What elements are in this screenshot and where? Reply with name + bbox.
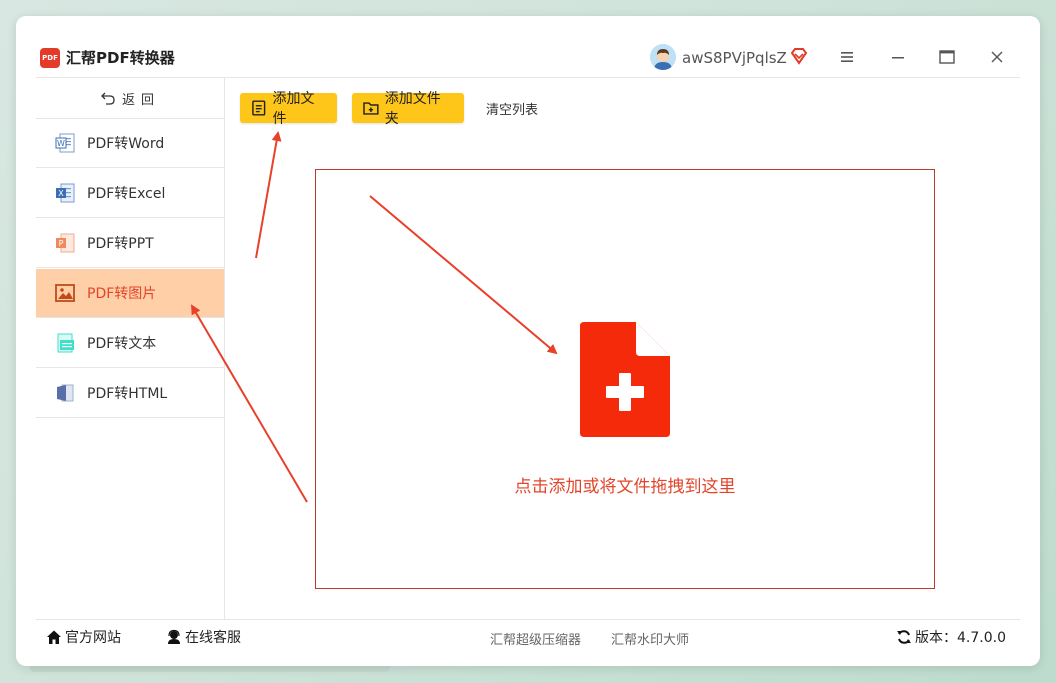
svg-text:X: X xyxy=(58,189,64,198)
customer-service-icon xyxy=(168,629,180,644)
sidebar-item-label: PDF转文本 xyxy=(87,336,157,352)
clear-list-button[interactable]: 清空列表 xyxy=(486,99,538,118)
add-folder-button[interactable]: 添加文件夹 xyxy=(352,91,464,127)
user-avatar[interactable] xyxy=(650,44,676,70)
svg-text:W: W xyxy=(57,139,65,148)
text-icon xyxy=(57,333,74,353)
sidebar-item-label: PDF转Excel xyxy=(87,186,166,202)
title-bar: PDF 汇帮PDF转换器 awS8PVjPqlsZ xyxy=(16,16,1040,78)
sidebar-item-label: PDF转Word xyxy=(87,136,165,152)
refresh-icon xyxy=(897,630,911,644)
back-label: 返回 xyxy=(121,92,160,108)
home-icon xyxy=(47,630,61,644)
sidebar-divider xyxy=(224,78,225,619)
drop-hint-text: 点击添加或将文件拖拽到这里 xyxy=(514,477,736,497)
word-icon: W xyxy=(55,133,75,153)
image-icon xyxy=(55,284,75,302)
sidebar-item-label: PDF转HTML xyxy=(87,386,168,402)
svg-text:P: P xyxy=(59,239,64,248)
user-name[interactable]: awS8PVjPqlsZ xyxy=(682,47,787,69)
sidebar-item-text[interactable]: PDF转文本 xyxy=(36,319,224,368)
add-document-icon[interactable] xyxy=(580,322,670,437)
add-file-label: 添加文件 xyxy=(272,91,315,127)
back-arrow-icon xyxy=(101,92,115,105)
website-link[interactable]: 官方网站 xyxy=(46,627,121,647)
support-link[interactable]: 在线客服 xyxy=(166,627,241,647)
version-label: 版本：4.7.0.0 xyxy=(915,630,1006,646)
close-icon[interactable] xyxy=(986,46,1008,68)
html-icon xyxy=(57,384,74,402)
add-file-button[interactable]: 添加文件 xyxy=(240,91,337,127)
version-info[interactable]: 版本：4.7.0.0 xyxy=(896,627,1006,647)
sidebar-item-ppt[interactable]: P PDF转PPT xyxy=(36,219,224,268)
add-folder-label: 添加文件夹 xyxy=(384,91,441,127)
sidebar-item-html[interactable]: PDF转HTML xyxy=(36,369,224,418)
minimize-icon[interactable] xyxy=(887,46,909,68)
app-logo-icon: PDF xyxy=(40,48,60,68)
sidebar-item-image[interactable]: PDF转图片 xyxy=(36,269,224,318)
app-window: PDF 汇帮PDF转换器 awS8PVjPqlsZ 返回 W PDF转Word … xyxy=(16,16,1040,666)
add-folder-icon xyxy=(363,102,379,115)
excel-icon: X xyxy=(56,183,75,203)
website-label: 官方网站 xyxy=(65,630,121,646)
app-title: 汇帮PDF转换器 xyxy=(66,49,175,67)
sidebar-item-word[interactable]: W PDF转Word xyxy=(36,119,224,168)
sidebar-item-label: PDF转PPT xyxy=(87,236,154,252)
footer-divider xyxy=(36,619,1020,620)
watermark-link[interactable]: 汇帮水印大师 xyxy=(611,629,689,648)
support-label: 在线客服 xyxy=(185,630,241,646)
ppt-icon: P xyxy=(56,233,75,253)
maximize-icon[interactable] xyxy=(936,46,958,68)
back-button[interactable]: 返回 xyxy=(36,78,224,118)
file-drop-zone[interactable]: 点击添加或将文件拖拽到这里 xyxy=(315,169,935,589)
vip-diamond-icon[interactable] xyxy=(790,47,808,65)
add-file-icon xyxy=(252,100,266,116)
compressor-link[interactable]: 汇帮超级压缩器 xyxy=(490,629,581,648)
sidebar-item-label: PDF转图片 xyxy=(87,286,157,302)
menu-icon[interactable] xyxy=(836,46,858,68)
sidebar-item-excel[interactable]: X PDF转Excel xyxy=(36,169,224,218)
arrow-to-add-file xyxy=(255,131,282,259)
